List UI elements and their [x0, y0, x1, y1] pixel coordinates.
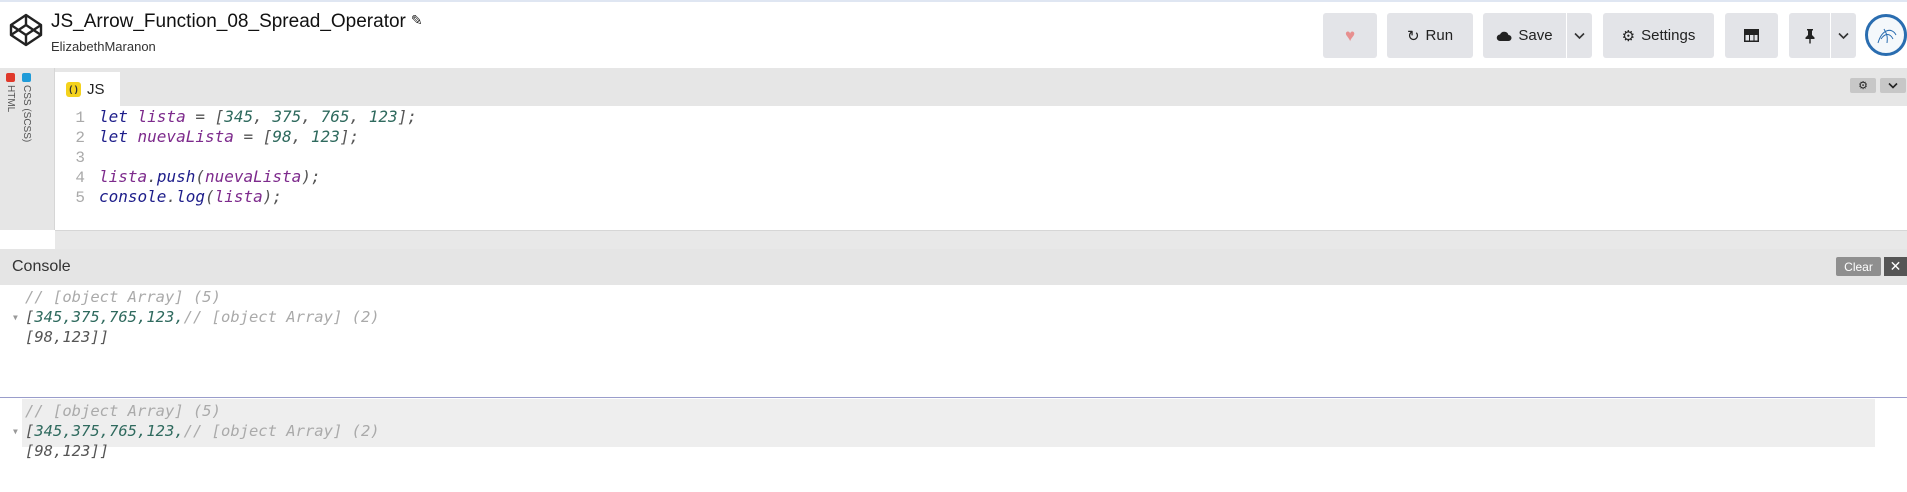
editor-settings-button[interactable]: ⚙: [1850, 78, 1876, 93]
console-text: 345,375,765,123,: [34, 308, 184, 326]
tab-js[interactable]: ( ) JS: [55, 72, 120, 106]
code-token: ,: [301, 107, 321, 126]
avatar[interactable]: [1865, 14, 1907, 56]
html-icon: [5, 73, 15, 82]
save-options-button[interactable]: [1567, 13, 1592, 58]
code-token: ];: [397, 107, 417, 126]
console-title: Console: [12, 258, 71, 275]
save-button[interactable]: Save: [1483, 13, 1566, 58]
layout-icon: [1744, 29, 1759, 42]
code-token: lista: [99, 167, 148, 186]
console-text: // [object Array] (2): [183, 422, 380, 440]
tab-html-label: HTML: [5, 85, 16, 113]
code-token: );: [301, 167, 321, 186]
pen-title-text[interactable]: JS_Arrow_Function_08_Spread_Operator: [51, 11, 406, 32]
code-token: lista: [137, 107, 186, 126]
save-label: Save: [1518, 27, 1553, 44]
heart-icon: ♥: [1344, 25, 1356, 45]
collapsed-editor-tabs: HTML CSS (SCSS): [0, 68, 55, 230]
tab-html[interactable]: HTML: [3, 73, 17, 213]
console-text: // [object Array] (5): [25, 288, 221, 306]
console-text: [98,123]]: [25, 328, 109, 346]
pin-button[interactable]: [1789, 13, 1830, 58]
chevron-down-icon: [1888, 82, 1898, 89]
pen-author[interactable]: ElizabethMaranon: [51, 39, 156, 54]
avatar-image: [1877, 28, 1897, 44]
code-token: log: [176, 187, 205, 206]
close-icon[interactable]: ✕: [1884, 257, 1907, 276]
codepen-logo-icon[interactable]: [8, 12, 44, 48]
code-token: nuevaLista: [137, 127, 234, 146]
console-line: [98,123]]: [25, 325, 109, 349]
code-token: (: [204, 187, 215, 206]
css-icon: [21, 73, 31, 82]
gear-icon: ⚙: [1621, 27, 1636, 45]
console-clear-button[interactable]: Clear: [1836, 257, 1881, 276]
code-token: );: [262, 187, 283, 206]
code-token: 123: [310, 127, 340, 146]
code-token: 765: [320, 107, 350, 126]
chevron-down-icon: [1574, 32, 1585, 39]
code-token: 375: [272, 107, 302, 126]
expand-triangle-icon[interactable]: ▼: [13, 427, 18, 436]
console-text: [98,123]]: [25, 442, 109, 460]
console-output: // [object Array] (5) [345,375,765,123,//…: [0, 285, 1907, 492]
cloud-icon: [1497, 31, 1512, 41]
tab-css[interactable]: CSS (SCSS): [19, 73, 33, 213]
console-text: // [object Array] (5): [25, 402, 221, 420]
code-token: = [: [233, 127, 273, 146]
code-token: push: [156, 167, 196, 186]
code-token: ,: [253, 107, 273, 126]
code-token: lista: [214, 187, 263, 206]
change-view-button[interactable]: [1725, 13, 1778, 58]
pencil-icon[interactable]: ✎: [411, 12, 423, 29]
gear-icon: ⚙: [1858, 80, 1868, 92]
code-token: (: [195, 167, 205, 186]
js-code-editor[interactable]: 1 let lista = [345, 375, 765, 123]; 2 let n…: [55, 106, 1907, 230]
run-button[interactable]: ↻ Run: [1387, 13, 1473, 58]
code-token: .: [147, 167, 157, 186]
tab-js-label: JS: [87, 80, 105, 98]
code-token: ];: [339, 127, 360, 146]
line-number: 5: [75, 189, 85, 207]
console-text: [: [25, 422, 35, 440]
pen-title[interactable]: JS_Arrow_Function_08_Spread_Operator ✎: [51, 11, 423, 33]
code-token: 98: [272, 127, 292, 146]
code-token: 123: [368, 107, 398, 126]
run-label: Run: [1425, 27, 1454, 44]
code-line[interactable]: 5 console.log(lista);: [55, 185, 282, 209]
code-token: let: [99, 107, 138, 126]
js-icon: ( ): [66, 81, 81, 97]
editor-resize-bar[interactable]: [55, 230, 1907, 249]
code-token: ,: [291, 127, 311, 146]
love-button[interactable]: ♥: [1323, 13, 1377, 58]
code-token: .: [166, 187, 177, 206]
settings-button[interactable]: ⚙ Settings: [1603, 13, 1714, 58]
expand-triangle-icon[interactable]: ▼: [13, 313, 18, 322]
code-token: nuevaLista: [204, 167, 302, 186]
console-entry: // [object Array] (5) [345,375,765,123,//…: [0, 399, 1907, 471]
editor-collapse-button[interactable]: [1880, 78, 1906, 93]
console-entry: // [object Array] (5) [345,375,765,123,//…: [0, 285, 1907, 357]
console-text: [: [25, 308, 35, 326]
refresh-icon: ↻: [1406, 27, 1420, 45]
pin-options-button[interactable]: [1831, 13, 1856, 58]
console-text: // [object Array] (2): [183, 308, 380, 326]
tab-css-label: CSS (SCSS): [21, 85, 32, 143]
code-token: = [: [185, 107, 225, 126]
code-token: let: [99, 127, 138, 146]
console-entry-divider: [0, 397, 1907, 398]
code-token: 345: [224, 107, 254, 126]
chevron-down-icon: [1838, 32, 1849, 39]
top-bar: JS_Arrow_Function_08_Spread_Operator ✎ El…: [0, 0, 1907, 68]
pin-icon: [1805, 28, 1814, 43]
editor-tab-bar: ( ) JS ⚙: [55, 68, 1907, 106]
console-line: [98,123]]: [25, 439, 109, 463]
console-text: 345,375,765,123,: [34, 422, 184, 440]
settings-label: Settings: [1641, 27, 1696, 44]
code-token: console: [99, 187, 167, 206]
code-token: ,: [349, 107, 369, 126]
console-header: Console Clear ✕: [0, 249, 1907, 285]
code-line[interactable]: 2 let nuevaLista = [98, 123];: [55, 125, 359, 149]
